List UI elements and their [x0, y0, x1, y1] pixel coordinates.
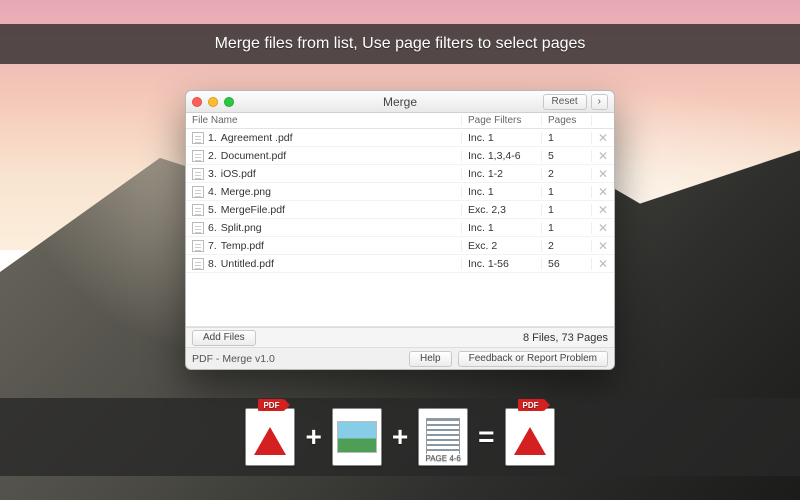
row-index: 8. [208, 258, 217, 270]
row-page-count: 1 [542, 222, 592, 234]
pdf-input-icon: PDF [245, 408, 295, 466]
pdf-tab-icon: PDF [518, 399, 544, 411]
remove-row-button[interactable]: ✕ [592, 149, 614, 163]
remove-row-button[interactable]: ✕ [592, 239, 614, 253]
table-row[interactable]: 4. Merge.png Inc. 11✕ [186, 183, 614, 201]
row-index: 4. [208, 186, 217, 198]
document-icon [192, 186, 204, 198]
hero-banner: Merge files from list, Use page filters … [0, 24, 800, 64]
document-icon [192, 132, 204, 144]
col-header-pages[interactable]: Pages [542, 115, 592, 126]
table-header: File Name Page Filters Pages [186, 113, 614, 129]
row-page-filter[interactable]: Inc. 1-56 [462, 258, 542, 270]
plus-icon: + [392, 421, 408, 453]
col-header-filter[interactable]: Page Filters [462, 115, 542, 126]
minimize-icon[interactable] [208, 97, 218, 107]
row-page-filter[interactable]: Exc. 2,3 [462, 204, 542, 216]
row-page-filter[interactable]: Inc. 1,3,4-6 [462, 150, 542, 162]
table-row[interactable]: 3. iOS.pdf Inc. 1-22✕ [186, 165, 614, 183]
row-filename: Agreement .pdf [221, 132, 293, 144]
merge-window: Merge Reset › File Name Page Filters Pag… [185, 90, 615, 370]
pdf-tab-icon: PDF [258, 399, 284, 411]
remove-row-button[interactable]: ✕ [592, 221, 614, 235]
row-filename: iOS.pdf [221, 168, 256, 180]
reset-button[interactable]: Reset [543, 94, 587, 110]
page-range-icon: PAGE 4-6 [418, 408, 468, 466]
table-row[interactable]: 6. Split.png Inc. 11✕ [186, 219, 614, 237]
row-page-filter[interactable]: Inc. 1 [462, 132, 542, 144]
remove-row-button[interactable]: ✕ [592, 203, 614, 217]
remove-row-button[interactable]: ✕ [592, 257, 614, 271]
row-page-count: 56 [542, 258, 592, 270]
table-row[interactable]: 8. Untitled.pdf Inc. 1-5656✕ [186, 255, 614, 273]
row-index: 3. [208, 168, 217, 180]
row-filename: MergeFile.pdf [221, 204, 285, 216]
row-filename: Untitled.pdf [221, 258, 274, 270]
row-filename: Split.png [221, 222, 262, 234]
zoom-icon[interactable] [224, 97, 234, 107]
feedback-button[interactable]: Feedback or Report Problem [458, 351, 608, 367]
row-filename: Temp.pdf [221, 240, 264, 252]
row-page-filter[interactable]: Inc. 1 [462, 186, 542, 198]
file-list: 1. Agreement .pdfInc. 11✕2. Document.pdf… [186, 129, 614, 273]
row-page-count: 5 [542, 150, 592, 162]
footer-meta: PDF - Merge v1.0 Help Feedback or Report… [186, 347, 614, 369]
plus-icon: + [305, 421, 321, 453]
row-index: 2. [208, 150, 217, 162]
col-header-name[interactable]: File Name [186, 115, 462, 126]
remove-row-button[interactable]: ✕ [592, 185, 614, 199]
document-icon [192, 204, 204, 216]
row-page-count: 2 [542, 168, 592, 180]
row-filename: Merge.png [221, 186, 271, 198]
document-icon [192, 150, 204, 162]
app-version: PDF - Merge v1.0 [192, 353, 275, 365]
row-page-count: 1 [542, 204, 592, 216]
row-page-count: 1 [542, 132, 592, 144]
document-icon [192, 240, 204, 252]
equals-icon: = [478, 421, 494, 453]
help-button[interactable]: Help [409, 351, 452, 367]
document-icon [192, 258, 204, 270]
table-row[interactable]: 7. Temp.pdf Exc. 22✕ [186, 237, 614, 255]
status-summary: 8 Files, 73 Pages [523, 332, 608, 344]
hero-banner-text: Merge files from list, Use page filters … [215, 35, 586, 53]
table-row[interactable]: 2. Document.pdf Inc. 1,3,4-65✕ [186, 147, 614, 165]
row-index: 7. [208, 240, 217, 252]
next-button[interactable]: › [591, 94, 608, 110]
row-page-filter[interactable]: Inc. 1-2 [462, 168, 542, 180]
pdf-output-icon: PDF [505, 408, 555, 466]
table-row[interactable]: 1. Agreement .pdf Inc. 11✕ [186, 129, 614, 147]
equation-banner: PDF + + PAGE 4-6 = PDF [0, 398, 800, 476]
chevron-right-icon: › [598, 96, 601, 107]
traffic-lights [192, 97, 234, 107]
titlebar: Merge Reset › [186, 91, 614, 113]
row-page-count: 2 [542, 240, 592, 252]
row-page-count: 1 [542, 186, 592, 198]
remove-row-button[interactable]: ✕ [592, 167, 614, 181]
document-icon [192, 168, 204, 180]
row-filename: Document.pdf [221, 150, 286, 162]
row-index: 6. [208, 222, 217, 234]
row-index: 1. [208, 132, 217, 144]
file-list-empty-area [186, 273, 614, 327]
close-icon[interactable] [192, 97, 202, 107]
remove-row-button[interactable]: ✕ [592, 131, 614, 145]
table-row[interactable]: 5. MergeFile.pdf Exc. 2,31✕ [186, 201, 614, 219]
page-range-label: PAGE 4-6 [419, 454, 467, 463]
merge-equation: PDF + + PAGE 4-6 = PDF [245, 408, 554, 466]
row-page-filter[interactable]: Inc. 1 [462, 222, 542, 234]
footer-actions: Add Files 8 Files, 73 Pages [186, 327, 614, 347]
image-input-icon [332, 408, 382, 466]
add-files-button[interactable]: Add Files [192, 330, 256, 346]
row-page-filter[interactable]: Exc. 2 [462, 240, 542, 252]
row-index: 5. [208, 204, 217, 216]
document-icon [192, 222, 204, 234]
